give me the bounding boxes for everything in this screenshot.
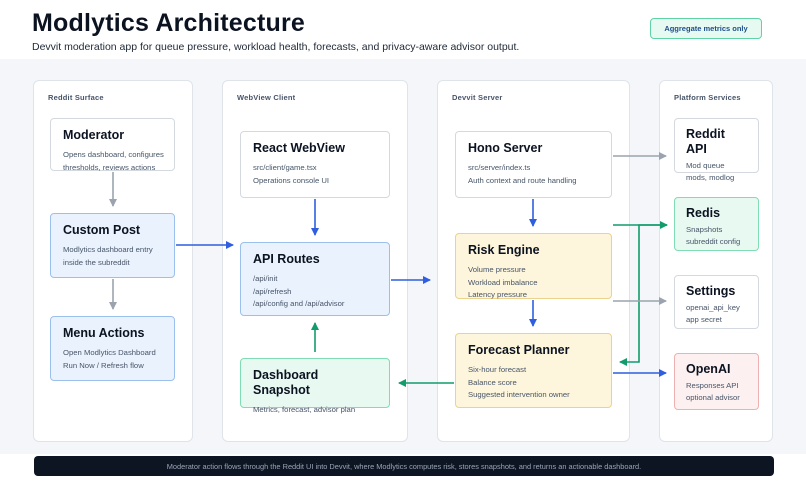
node-forecast-planner: Forecast Planner Six-hour forecast Balan… <box>455 333 612 408</box>
node-redis: Redis Snapshots subreddit config <box>674 197 759 251</box>
node-detail: inside the subreddit <box>63 257 130 267</box>
node-detail: app secret <box>686 314 722 324</box>
node-title: API Routes <box>253 252 320 266</box>
node-detail: mods, modlog <box>686 172 735 182</box>
page-title: Modlytics Architecture <box>32 9 305 37</box>
node-detail: Latency pressure <box>468 290 527 299</box>
node-detail: Volume pressure <box>468 265 526 274</box>
node-detail: Mod queue <box>686 161 725 170</box>
node-detail: Modlytics dashboard entry <box>63 245 153 254</box>
node-moderator: Moderator Opens dashboard, configures th… <box>50 118 175 172</box>
lane-title: Reddit Surface <box>48 93 104 102</box>
node-detail: thresholds, reviews actions <box>63 162 156 172</box>
node-title: Dashboard Snapshot <box>253 368 319 397</box>
node-detail: /api/init <box>253 274 278 283</box>
node-react-webview: React WebView src/client/game.tsx Operat… <box>240 131 390 198</box>
node-title: Custom Post <box>63 223 141 237</box>
footer-caption-bar: Moderator action flows through the Reddi… <box>34 456 774 476</box>
node-api-routes: API Routes /api/init /api/refresh /api/c… <box>240 242 390 316</box>
node-detail: Operations console UI <box>253 175 330 185</box>
lane-title: Platform Services <box>674 93 741 102</box>
node-settings: Settings openai_api_key app secret <box>674 275 759 329</box>
lane-title: WebView Client <box>237 93 296 102</box>
node-detail: subreddit config <box>686 236 741 246</box>
node-detail: Opens dashboard, configures <box>63 150 164 159</box>
node-title: React WebView <box>253 141 345 155</box>
node-detail: openai_api_key <box>686 303 740 312</box>
node-risk-engine: Risk Engine Volume pressure Workload imb… <box>455 233 612 299</box>
node-detail: src/server/index.ts <box>468 163 531 172</box>
node-detail: /api/refresh <box>253 286 292 296</box>
node-detail: Open Modlytics Dashboard <box>63 348 156 357</box>
node-title: Reddit API <box>686 127 725 156</box>
node-openai: OpenAI Responses API optional advisor <box>674 353 759 410</box>
node-title: Moderator <box>63 128 125 142</box>
node-detail: Run Now / Refresh flow <box>63 360 144 370</box>
node-title: Forecast Planner <box>468 343 570 357</box>
node-custom-post: Custom Post Modlytics dashboard entry in… <box>50 213 175 278</box>
node-detail: optional advisor <box>686 392 740 402</box>
node-hono-server: Hono Server src/server/index.ts Auth con… <box>455 131 612 198</box>
node-detail: Workload imbalance <box>468 277 538 287</box>
node-menu-actions: Menu Actions Open Modlytics Dashboard Ru… <box>50 316 175 381</box>
node-detail: Responses API <box>686 381 739 390</box>
node-dashboard-snapshot: Dashboard Snapshot Metrics, forecast, ad… <box>240 358 390 414</box>
page-subtitle: Devvit moderation app for queue pressure… <box>32 41 520 53</box>
node-detail: src/client/game.tsx <box>253 163 317 172</box>
lane-title: Devvit Server <box>452 93 503 102</box>
node-detail: Metrics, forecast, advisor plan <box>253 405 356 414</box>
node-title: Settings <box>686 284 736 298</box>
footer-caption: Moderator action flows through the Reddi… <box>166 461 642 471</box>
node-title: Hono Server <box>468 141 543 155</box>
node-detail: Snapshots <box>686 225 723 234</box>
node-detail: Six-hour forecast <box>468 365 527 374</box>
node-title: Risk Engine <box>468 243 540 257</box>
node-detail: /api/config and /api/advisor <box>253 299 345 308</box>
node-title: Redis <box>686 206 721 220</box>
node-detail: Balance score <box>468 377 517 387</box>
privacy-badge: Aggregate metrics only <box>650 18 762 39</box>
node-title: OpenAI <box>686 362 731 376</box>
node-title: Menu Actions <box>63 326 145 340</box>
node-reddit-api: Reddit API Mod queue mods, modlog <box>674 118 759 182</box>
node-detail: Suggested intervention owner <box>468 390 570 399</box>
node-detail: Auth context and route handling <box>468 175 577 185</box>
